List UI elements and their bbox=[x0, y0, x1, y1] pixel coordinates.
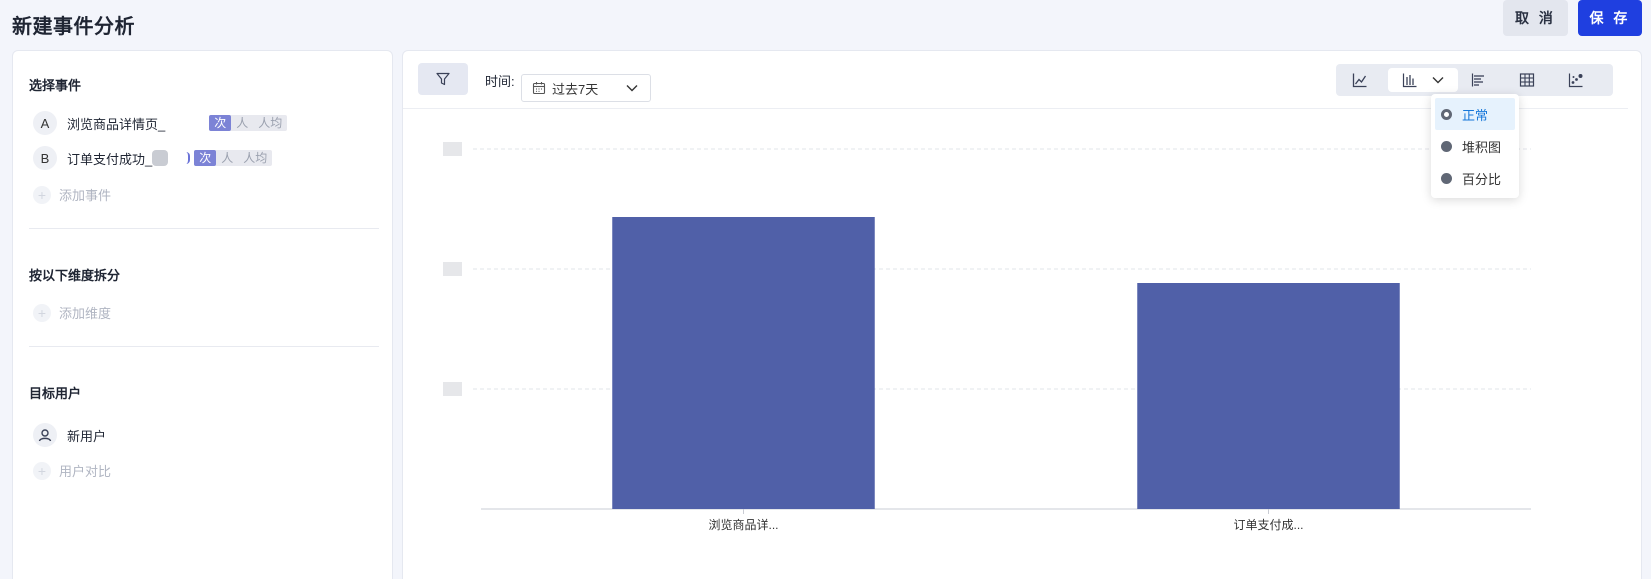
metric-per-user[interactable]: 人均 bbox=[253, 115, 287, 131]
chevron-down-icon bbox=[626, 85, 638, 92]
user-compare-button[interactable]: + 用户对比 bbox=[33, 461, 111, 480]
divider bbox=[29, 228, 379, 229]
page-title: 新建事件分析 bbox=[12, 16, 135, 38]
collapse-indicator bbox=[186, 152, 191, 164]
radio-icon bbox=[1441, 172, 1452, 184]
bar-chart-icon bbox=[1402, 73, 1417, 88]
cancel-button[interactable]: 取 消 bbox=[1503, 0, 1568, 36]
option-label: 百分比 bbox=[1462, 171, 1502, 187]
event-letter-badge: A bbox=[33, 111, 57, 135]
add-event-button[interactable]: + 添加事件 bbox=[33, 185, 111, 204]
horizontal-bar-icon bbox=[1471, 73, 1484, 87]
option-label: 堆积图 bbox=[1462, 139, 1502, 155]
radio-selected-icon bbox=[1441, 108, 1452, 120]
divider bbox=[29, 346, 379, 347]
user-icon bbox=[33, 423, 57, 447]
event-row-a[interactable]: A 浏览商品详情页_ 次 人 人均 bbox=[33, 111, 288, 135]
line-chart-button[interactable] bbox=[1345, 64, 1375, 96]
chart-type-toolbar bbox=[1336, 64, 1613, 96]
event-name[interactable]: 订单支付成功_ bbox=[67, 149, 152, 168]
user-group-name[interactable]: 新用户 bbox=[67, 426, 106, 445]
y-tick-placeholder bbox=[443, 142, 462, 156]
scatter-icon bbox=[1568, 73, 1583, 88]
bar-mode-stacked[interactable]: 堆积图 bbox=[1431, 130, 1519, 162]
add-event-label: 添加事件 bbox=[59, 188, 112, 203]
event-letter-badge: B bbox=[33, 146, 57, 170]
bar-mode-percent[interactable]: 百分比 bbox=[1431, 162, 1519, 194]
event-name[interactable]: 浏览商品详情页_ bbox=[67, 114, 165, 133]
bar-mode-dropdown: 正常 堆积图 百分比 bbox=[1431, 94, 1519, 198]
y-tick-placeholder bbox=[443, 382, 462, 396]
time-label: 时间: bbox=[485, 74, 515, 89]
user-group-row[interactable]: 新用户 bbox=[33, 423, 106, 447]
bar bbox=[612, 217, 875, 509]
add-dimension-label: 添加维度 bbox=[59, 306, 112, 321]
plus-icon: + bbox=[33, 303, 51, 322]
add-dimension-button[interactable]: + 添加维度 bbox=[33, 303, 111, 322]
plus-icon: + bbox=[33, 461, 51, 480]
metric-toggle[interactable]: 次 人 人均 bbox=[194, 150, 273, 166]
metric-toggle[interactable]: 次 人 人均 bbox=[209, 115, 288, 131]
date-range-value: 过去7天 bbox=[552, 81, 599, 97]
metric-count[interactable]: 次 bbox=[209, 115, 232, 131]
metric-users[interactable]: 人 bbox=[216, 150, 238, 166]
user-compare-label: 用户对比 bbox=[59, 464, 112, 479]
table-icon bbox=[1519, 73, 1535, 87]
target-section-title: 目标用户 bbox=[29, 386, 82, 401]
dimension-section-title: 按以下维度拆分 bbox=[29, 268, 121, 283]
option-label: 正常 bbox=[1462, 107, 1489, 123]
table-button[interactable] bbox=[1512, 64, 1542, 96]
metric-per-user[interactable]: 人均 bbox=[238, 150, 272, 166]
metric-users[interactable]: 人 bbox=[231, 115, 253, 131]
drag-handle[interactable] bbox=[152, 150, 169, 166]
chart-panel: 时间: 过去7天 正常 堆积图 百分比 浏览商品详... 订单支付成... bbox=[402, 50, 1642, 579]
x-tick-label: 订单支付成... bbox=[1233, 518, 1303, 532]
line-chart-icon bbox=[1352, 73, 1367, 88]
save-button[interactable]: 保 存 bbox=[1578, 0, 1642, 36]
horizontal-bar-button[interactable] bbox=[1464, 64, 1494, 96]
radio-icon bbox=[1441, 140, 1452, 152]
config-panel: 选择事件 A 浏览商品详情页_ 次 人 人均 B 订单支付成功_ 次 人 人均 … bbox=[12, 50, 393, 579]
bar-chart-button[interactable] bbox=[1388, 68, 1458, 92]
bar-mode-normal[interactable]: 正常 bbox=[1435, 98, 1515, 130]
filter-icon bbox=[436, 72, 450, 86]
scatter-button[interactable] bbox=[1561, 64, 1591, 96]
calendar-icon bbox=[532, 82, 546, 95]
filter-button[interactable] bbox=[418, 63, 468, 95]
bar bbox=[1137, 283, 1400, 509]
y-tick-placeholder bbox=[443, 262, 462, 276]
x-tick-label: 浏览商品详... bbox=[708, 517, 778, 532]
plus-icon: + bbox=[33, 185, 51, 204]
date-range-select[interactable]: 过去7天 bbox=[521, 74, 651, 102]
chevron-down-icon bbox=[1432, 77, 1444, 84]
events-section-title: 选择事件 bbox=[29, 78, 82, 93]
event-row-b[interactable]: B 订单支付成功_ 次 人 人均 bbox=[33, 146, 273, 170]
metric-count[interactable]: 次 bbox=[194, 150, 217, 166]
